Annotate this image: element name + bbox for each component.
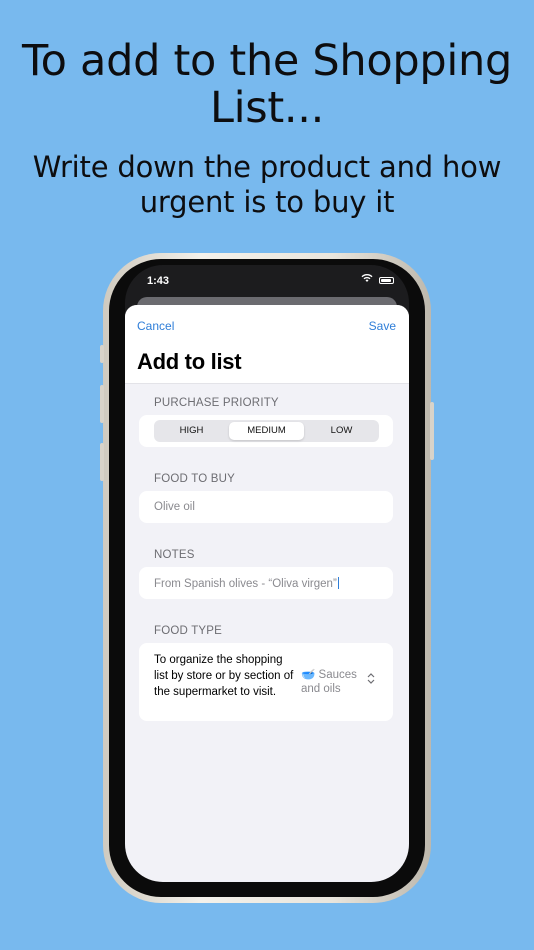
notes-value: From Spanish olives - “Oliva virgen” — [154, 578, 337, 590]
save-button[interactable]: Save — [369, 319, 396, 333]
volume-up-button — [100, 385, 104, 423]
cancel-button[interactable]: Cancel — [137, 319, 174, 333]
battery-icon — [379, 277, 394, 284]
text-cursor — [337, 577, 339, 589]
headline-title: To add to the Shopping List... — [22, 36, 512, 133]
page-title: Add to list — [137, 349, 242, 374]
food-to-buy-field[interactable]: Olive oil — [139, 491, 393, 523]
volume-down-button — [100, 443, 104, 481]
priority-medium-option[interactable]: MEDIUM — [229, 422, 304, 440]
priority-segmented-control: HIGH MEDIUM LOW — [154, 420, 379, 442]
priority-low-option[interactable]: LOW — [304, 420, 379, 442]
food-to-buy-value: Olive oil — [154, 501, 195, 513]
priority-label: PURCHASE PRIORITY — [154, 397, 279, 409]
priority-high-option[interactable]: HIGH — [154, 420, 229, 442]
notes-text-wrap: From Spanish olives - “Oliva virgen” — [154, 577, 339, 590]
headline-subtitle: Write down the product and how urgent is… — [32, 150, 502, 219]
status-time: 1:43 — [147, 275, 170, 287]
chevron-up-down-icon[interactable] — [367, 673, 375, 687]
food-to-buy-label: FOOD TO BUY — [154, 473, 236, 485]
status-bar: 1:43 — [125, 265, 409, 299]
food-type-picker[interactable]: 🥣 Sauces and oils — [301, 668, 371, 696]
mute-switch — [100, 345, 104, 363]
phone-screen: 1:43 Cancel Save Add to list PURCHASE PR… — [125, 265, 409, 882]
food-type-label: FOOD TYPE — [154, 625, 223, 637]
priority-group: HIGH MEDIUM LOW — [139, 415, 393, 447]
food-type-description: To organize the shopping list by store o… — [154, 654, 294, 698]
add-to-list-sheet: Cancel Save Add to list PURCHASE PRIORIT… — [125, 305, 409, 882]
food-type-group: To organize the shopping list by store o… — [139, 643, 393, 721]
sheet-header: Cancel Save Add to list — [125, 305, 409, 384]
notes-label: NOTES — [154, 549, 195, 561]
notes-field[interactable]: From Spanish olives - “Oliva virgen” — [139, 567, 393, 599]
power-button — [430, 402, 434, 460]
wifi-icon — [361, 273, 373, 286]
bowl-icon: 🥣 — [301, 669, 316, 681]
